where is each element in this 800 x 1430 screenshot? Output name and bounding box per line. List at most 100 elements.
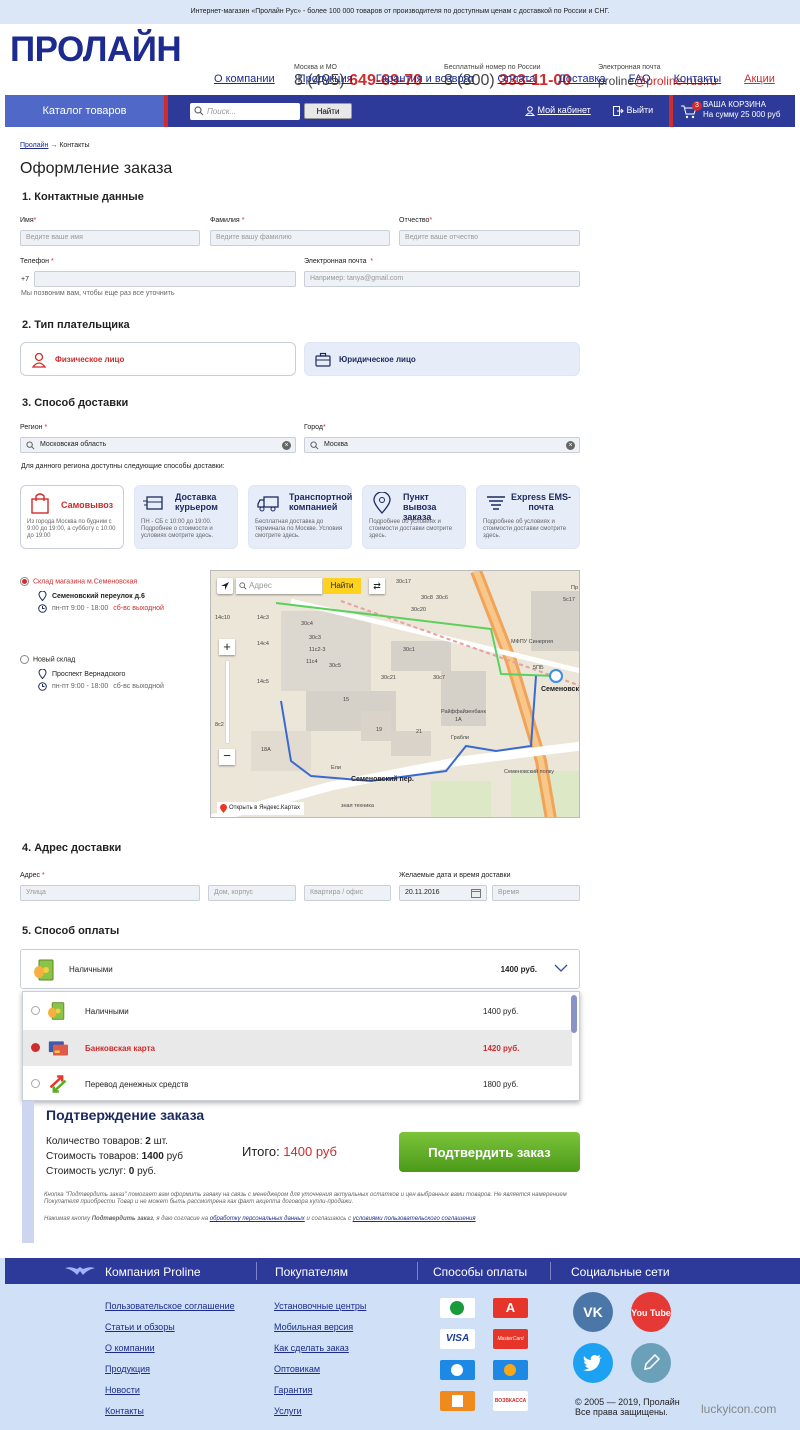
search-input[interactable]: Поиск... — [190, 102, 300, 120]
logo[interactable]: ПРОЛАЙН — [10, 30, 182, 70]
payment-radio-cash[interactable] — [31, 1006, 40, 1015]
confirm-title: Подтверждение заказа — [46, 1107, 205, 1123]
footer-link[interactable]: Пользовательское соглашение — [105, 1296, 235, 1317]
payment-radio-card[interactable] — [31, 1043, 40, 1052]
store-option-semenovskaya[interactable]: Склад магазина м.Семеновская Семеновский… — [20, 577, 164, 613]
search-button[interactable]: Найти — [304, 103, 352, 119]
map-search-input[interactable]: Адрес — [236, 578, 322, 594]
store-radio-2[interactable] — [20, 655, 29, 664]
delivery-transport-card[interactable]: Транспортной компанией Бесплатная достав… — [248, 485, 352, 549]
cart-count-badge: 3 — [692, 101, 702, 111]
footer-link[interactable]: Продукция — [105, 1359, 235, 1380]
location-pin-icon — [38, 591, 47, 601]
open-yandex-maps-link[interactable]: Открыть в Яндекс.Картах — [217, 802, 304, 815]
alfabank-icon: А — [493, 1298, 528, 1318]
clear-region-icon[interactable]: × — [282, 441, 291, 450]
my-cabinet[interactable]: Мой кабинет — [524, 105, 591, 116]
chevron-down-icon[interactable] — [553, 960, 569, 976]
map-label: 30с7 — [433, 675, 445, 681]
map-geolocate-button[interactable] — [217, 578, 233, 594]
shopping-bag-icon — [31, 493, 49, 514]
catalog-button[interactable]: Каталог товаров — [5, 95, 168, 127]
nav-contacts[interactable]: Контакты — [674, 73, 722, 85]
footer-link[interactable]: Установочные центры — [274, 1296, 366, 1317]
zoom-in-button[interactable]: + — [219, 639, 235, 655]
footer-link[interactable]: Услуги — [274, 1401, 366, 1422]
user-agreement-link[interactable]: условиями пользовательского соглашения — [353, 1216, 476, 1222]
clear-city-icon[interactable]: × — [566, 441, 575, 450]
pencil-icon — [644, 1354, 660, 1370]
footer-link[interactable]: Контакты — [105, 1401, 235, 1422]
phone-field[interactable] — [34, 271, 296, 287]
footer-head-buyers: Покупателям — [275, 1265, 348, 1279]
logout-button[interactable]: Выйти — [613, 105, 653, 116]
store-option-new[interactable]: Новый склад Проспект Вернадского пн-пт 9… — [20, 655, 164, 691]
person-icon — [31, 352, 47, 368]
payment-option-transfer[interactable]: Перевод денежных средств 1800 руб. — [23, 1066, 572, 1102]
payer-individual-option[interactable]: Физическое лицо — [20, 342, 296, 376]
map-canvas[interactable]: Семеновская Семеновский пер. МФПУ Синергия… — [211, 571, 580, 818]
breadcrumb-home[interactable]: Пролайн — [20, 142, 48, 149]
map-label: Райффайзенбанк — [441, 708, 486, 715]
map-label: 5ПБ — [533, 665, 544, 671]
nav-warranty[interactable]: Гарантия и возврат — [376, 73, 475, 85]
flat-field[interactable]: Квартира / офис — [304, 885, 391, 901]
street-field[interactable]: Улица — [20, 885, 200, 901]
footer-link[interactable]: Статьи и обзоры — [105, 1317, 235, 1338]
map-label: 21 — [416, 729, 422, 735]
name-field[interactable]: Ведите ваше имя — [20, 230, 200, 246]
map-route-button[interactable]: ⇄ — [369, 578, 385, 594]
payment-option-card[interactable]: Банковская карта 1420 руб. — [23, 1030, 572, 1066]
zoom-slider[interactable] — [225, 661, 229, 743]
nav-payment[interactable]: Оплата — [498, 73, 536, 85]
nav-delivery[interactable]: Доставка — [558, 73, 605, 85]
email-field[interactable]: Например: tanya@gmail.com — [304, 271, 580, 287]
footer-link[interactable]: Мобильная версия — [274, 1317, 366, 1338]
map-search-button[interactable]: Найти — [323, 578, 361, 594]
payment-radio-transfer[interactable] — [31, 1079, 40, 1088]
footer-link[interactable]: Как сделать заказ — [274, 1338, 366, 1359]
patronymic-field[interactable]: Ведите ваше отчество — [399, 230, 580, 246]
confirm-order-button[interactable]: Подтвердить заказ — [399, 1132, 580, 1172]
section-address-title: 4. Адрес доставки — [22, 842, 122, 854]
livejournal-icon[interactable] — [631, 1343, 671, 1383]
surname-field[interactable]: Ведите вашу фамилию — [210, 230, 390, 246]
personal-data-link[interactable]: обработку персональных данных — [210, 1216, 305, 1222]
zoom-out-button[interactable]: − — [219, 749, 235, 765]
footer-link[interactable]: О компании — [105, 1338, 235, 1359]
nav-promo[interactable]: Акции — [744, 73, 775, 85]
date-field[interactable]: 20.11.2016 — [399, 885, 487, 901]
dropdown-scrollbar[interactable] — [571, 995, 577, 1033]
twitter-icon[interactable] — [573, 1343, 613, 1383]
calendar-icon[interactable] — [471, 888, 481, 898]
vk-icon[interactable]: VK — [573, 1292, 613, 1332]
location-pin-icon — [38, 669, 47, 679]
house-field[interactable]: Дом, корпус — [208, 885, 296, 901]
footer-link[interactable]: Гарантия — [274, 1380, 366, 1401]
delivery-pickup-point-card[interactable]: Пункт вывоза заказа Подробнее об условия… — [362, 485, 466, 549]
time-field[interactable]: Время — [492, 885, 580, 901]
store-radio-1[interactable] — [20, 577, 29, 586]
phone-note: Мы позвоним вам, чтобы еще раз все уточн… — [21, 290, 175, 297]
delivery-ems-card[interactable]: Express EMS-почта Подробнее об условиях … — [476, 485, 580, 549]
yandex-map[interactable]: Семеновская Семеновский пер. МФПУ Синергия… — [210, 570, 580, 818]
payment-method-select[interactable]: Наличными 1400 руб. — [20, 949, 580, 989]
nav-faq[interactable]: FAQ — [629, 73, 651, 85]
my-cabinet-link[interactable]: Мой кабинет — [538, 105, 591, 115]
region-field[interactable]: Московская область × — [20, 437, 296, 453]
user-icon — [524, 105, 536, 116]
payment-option-cash[interactable]: Наличными 1400 руб. — [23, 993, 572, 1029]
footer-link[interactable]: Новости — [105, 1380, 235, 1401]
delivery-pickup-card[interactable]: Самовывоз Из города Москва по будним с 9… — [20, 485, 124, 549]
consent-text: Нажимая кнопку Подтвердить заказ, я даю … — [44, 1216, 476, 1222]
cart-widget[interactable]: 3 ВАША КОРЗИНА На сумму 25 000 руб — [669, 95, 795, 127]
youtube-icon[interactable]: You Tube — [631, 1292, 671, 1332]
delivery-courier-card[interactable]: Доставка курьером ПН - СБ с 10:00 до 19:… — [134, 485, 238, 549]
nav-about[interactable]: О компании — [214, 73, 275, 85]
date-label: Желаемые дата и время доставки — [399, 872, 511, 879]
payment-options-dropdown: Наличными 1400 руб. Банковская карта 142… — [22, 991, 580, 1101]
footer-link[interactable]: Оптовикам — [274, 1359, 366, 1380]
nav-products[interactable]: Продукция — [298, 73, 353, 85]
city-field[interactable]: Москва × — [304, 437, 580, 453]
payer-legal-option[interactable]: Юридическое лицо — [304, 342, 580, 376]
